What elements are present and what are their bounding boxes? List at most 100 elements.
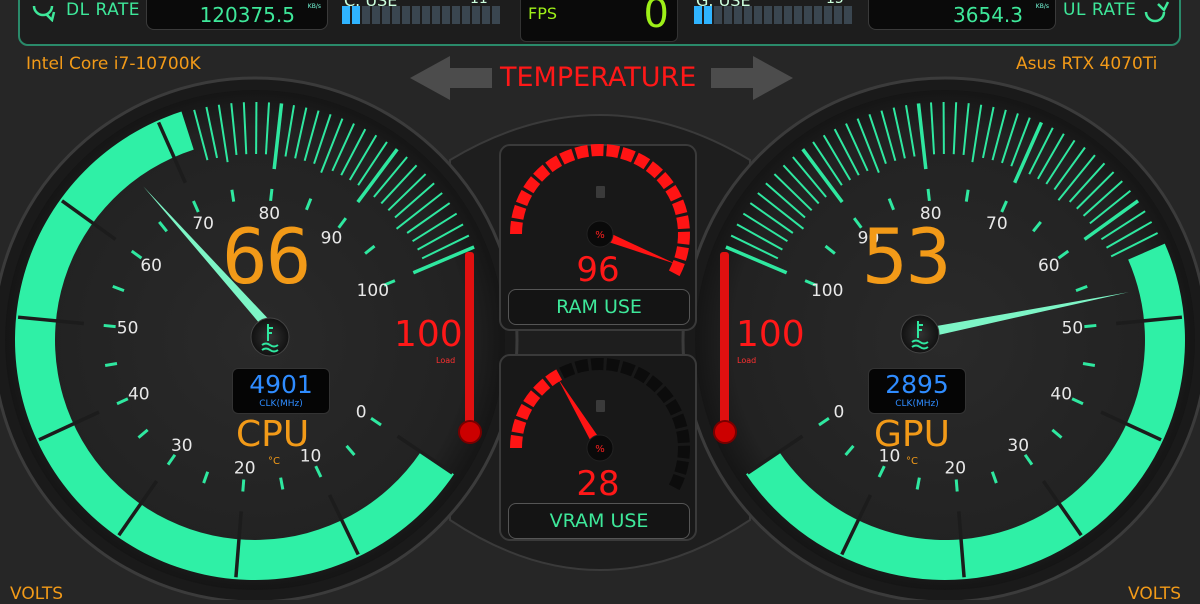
cpu-load-bulb [459,421,481,443]
ul-rate-value: 3654.3 [953,3,1023,27]
gpu-clock-display: 2895 CLK(MHz) [868,368,966,414]
gpu-load-bulb [714,421,736,443]
inner-tick [956,480,957,492]
tick-label: 20 [944,459,966,479]
usage-segment [412,6,420,24]
tick-label: 90 [321,228,343,248]
gauge-segment [510,435,523,448]
usage-segment [834,6,842,24]
usage-segment [844,6,852,24]
usage-segment [342,6,350,24]
dl-rate-label: DL RATE [66,0,140,20]
usage-segment [462,6,470,24]
ul-rate-unit: KB/s [1036,3,1049,10]
inner-tick [1084,325,1096,326]
cpu-volts-label: VOLTS [10,584,63,604]
dl-rate-unit: KB/s [308,3,321,10]
tick-label: 0 [356,403,367,423]
tick-label: 70 [192,214,214,234]
gpu-clock-value: 2895 [869,371,965,399]
usage-segment [724,6,732,24]
arrow-right-icon [711,56,793,100]
cpu-load-label: Load [436,356,455,365]
inner-tick [232,190,234,202]
percent-symbol: % [595,444,605,455]
usage-segment [804,6,812,24]
gauge-segment [510,221,523,234]
dl-rate-display: 120375.5 KB/s [146,0,328,30]
fuel-pump-icon [596,400,605,412]
tick-label: 100 [811,281,843,301]
fps-display: FPS 0 [520,0,678,42]
inner-tick [104,325,116,326]
inner-tick [243,480,244,492]
cpu-use-bar [342,6,500,26]
thermometer-icon [251,318,289,356]
gpu-temp-unit: °C [906,456,918,467]
tick-label: 40 [1050,385,1072,405]
usage-segment [432,6,440,24]
usage-segment [492,6,500,24]
cpu-temp-value: 66 [222,212,310,301]
usage-segment [452,6,460,24]
fps-value: 0 [644,0,669,37]
inner-tick [105,363,117,365]
cpu-temp-unit: °C [268,456,280,467]
dashboard: 0102030405060708090100 01020304050607080… [0,0,1200,600]
usage-segment [824,6,832,24]
vram-use-label: VRAM USE [508,503,690,539]
usage-segment [814,6,822,24]
dl-rate-value: 120375.5 [200,3,295,27]
usage-segment [774,6,782,24]
usage-segment [482,6,490,24]
cpu-clock-unit: CLK(MHz) [233,399,329,409]
gpu-load-label: Load [737,356,756,365]
gauge-segment [591,358,604,370]
inner-tick [271,189,272,201]
gpu-use-bar [694,6,852,26]
usage-segment [784,6,792,24]
usage-segment [472,6,480,24]
inner-tick [966,190,968,202]
inner-tick [1083,363,1095,365]
cpu-clock-display: 4901 CLK(MHz) [232,368,330,414]
gauge-segment [676,429,690,443]
tick-label: 100 [357,281,389,301]
gpu-label: GPU [874,414,950,455]
gpu-temp-value: 53 [862,212,950,301]
usage-segment [402,6,410,24]
ram-use-label: RAM USE [508,289,690,325]
fps-label: FPS [528,4,557,23]
fuel-pump-icon [596,186,605,198]
usage-segment [744,6,752,24]
thermometer-icon [901,315,939,353]
tick-label: 0 [833,403,844,423]
ul-rate-label: UL RATE [1063,0,1136,20]
upload-arrow-icon [1140,0,1170,24]
tick-label: 60 [1038,256,1060,276]
tick-label: 30 [1007,436,1029,456]
gauge-segment [591,144,604,156]
gpu-load-value: 100 [736,314,805,355]
gpu-load-bar [720,252,729,430]
usage-segment [764,6,772,24]
usage-segment [714,6,722,24]
gauge-segment [676,215,690,229]
usage-segment [734,6,742,24]
vram-use-value: 28 [503,464,693,504]
tick-label: 50 [1062,319,1084,339]
ram-use-value: 96 [503,250,693,290]
usage-segment [362,6,370,24]
tick-label: 60 [140,256,162,276]
tick-label: 30 [171,436,193,456]
usage-segment [794,6,802,24]
ul-rate-display: 3654.3 KB/s [868,0,1056,30]
cpu-load-bar [465,252,474,430]
gauge-segment [677,446,690,459]
usage-segment [442,6,450,24]
gpu-volts-label: VOLTS [1128,584,1181,604]
arrow-left-icon [410,56,492,100]
usage-segment [694,6,702,24]
cpu-clock-value: 4901 [233,371,329,399]
percent-symbol: % [595,230,605,241]
